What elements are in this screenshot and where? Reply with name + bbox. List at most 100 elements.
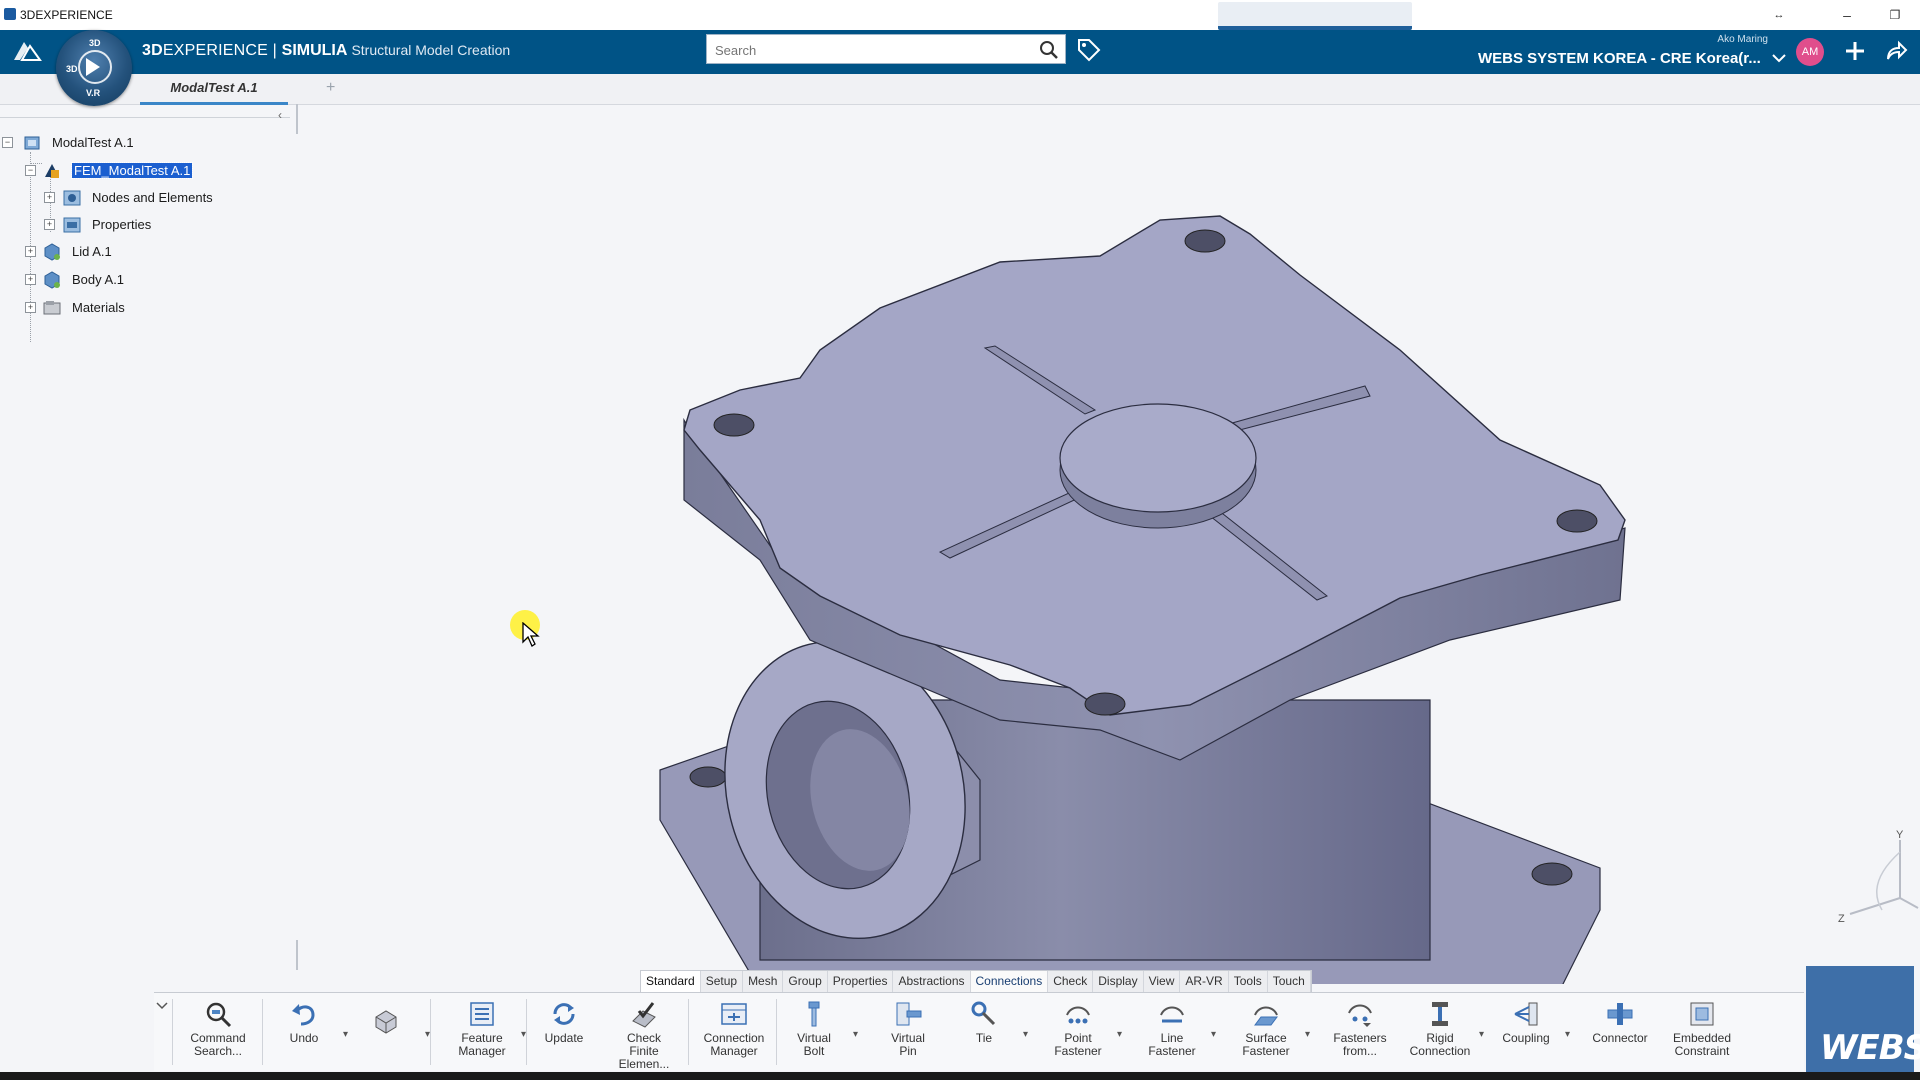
expand-toggle-icon[interactable]: + <box>25 274 36 285</box>
fasteners-from-button[interactable]: Fasteners from... <box>1320 999 1400 1069</box>
panel-splitter[interactable] <box>296 104 298 134</box>
tab-ar-vr[interactable]: AR-VR <box>1180 971 1229 993</box>
connection-manager-button[interactable]: Connection Manager <box>694 999 774 1069</box>
tree-item-body[interactable]: + Body A.1 <box>0 269 300 291</box>
brand-3d: 3D <box>142 42 163 59</box>
compass-widget[interactable]: 3D 3D V.R <box>56 30 132 106</box>
expand-toggle-icon[interactable]: + <box>25 302 36 313</box>
tab-modaltest[interactable]: ModalTest A.1 <box>140 74 288 105</box>
tree-item-label: Nodes and Elements <box>92 190 213 205</box>
point-fastener-button[interactable]: Point Fastener ▾ <box>1038 999 1122 1069</box>
tenant-name[interactable]: WEBS SYSTEM KOREA - CRE Korea(r... <box>1478 50 1761 67</box>
panel-splitter[interactable] <box>296 940 298 970</box>
tab-setup[interactable]: Setup <box>701 971 744 993</box>
undo-button[interactable]: Undo ▾ <box>264 999 348 1069</box>
window-title: 3DEXPERIENCE <box>20 8 113 22</box>
window-layout-widget[interactable] <box>1218 2 1412 30</box>
tree-item-modaltest[interactable]: − ModalTest A.1 <box>0 132 300 154</box>
part-select-button[interactable]: ▾ <box>346 999 430 1069</box>
tab-standard[interactable]: Standard <box>641 971 701 993</box>
dropdown-arrow-icon[interactable]: ▾ <box>1565 1029 1570 1040</box>
connector-button[interactable]: Connector <box>1580 999 1660 1069</box>
check-finite-elements-button[interactable]: Check Finite Elemen... <box>604 999 684 1071</box>
minimize-button[interactable]: – <box>1832 4 1862 26</box>
webs-logo: WEBS <box>1806 966 1920 1074</box>
coupling-button[interactable]: Coupling ▾ <box>1486 999 1570 1069</box>
nodes-icon <box>63 190 81 206</box>
tab-abstractions[interactable]: Abstractions <box>893 971 971 993</box>
dassault-logo-icon[interactable] <box>10 36 44 66</box>
collapse-toggle-icon[interactable]: − <box>2 137 13 148</box>
line-fastener-button[interactable]: Line Fastener ▾ <box>1132 999 1216 1069</box>
axis-z-label: Z <box>1838 913 1845 925</box>
3d-viewport[interactable] <box>300 104 1920 984</box>
tie-button[interactable]: Tie ▾ <box>944 999 1028 1069</box>
axis-compass-icon[interactable]: Y Z <box>1830 830 1920 940</box>
dropdown-arrow-icon[interactable]: ▾ <box>853 1029 858 1040</box>
brand-experience: EXPERIENCE <box>162 42 268 59</box>
tab-view[interactable]: View <box>1144 971 1181 993</box>
add-tab-button[interactable]: + <box>326 79 335 97</box>
tab-properties[interactable]: Properties <box>828 971 894 993</box>
tab-touch[interactable]: Touch <box>1268 971 1311 993</box>
expand-toggle-icon[interactable]: + <box>44 219 55 230</box>
connector-icon <box>1607 1003 1633 1025</box>
collapse-tree-button[interactable]: ‹ <box>278 108 282 122</box>
chevron-down-icon[interactable] <box>154 997 170 1013</box>
resize-icon[interactable]: ↔ <box>1764 4 1794 26</box>
lower-hole-2 <box>1531 862 1573 886</box>
axis-y-label: Y <box>1896 830 1904 841</box>
tab-group[interactable]: Group <box>783 971 828 993</box>
expand-toggle-icon[interactable]: + <box>25 246 36 257</box>
center-boss-top <box>1059 403 1257 513</box>
dropdown-arrow-icon[interactable]: ▾ <box>1023 1029 1028 1040</box>
chevron-down-icon[interactable] <box>1770 50 1788 66</box>
tab-tools[interactable]: Tools <box>1229 971 1268 993</box>
materials-icon <box>43 301 61 315</box>
tree-item-lid[interactable]: + Lid A.1 <box>0 241 300 263</box>
part-icon <box>44 243 60 261</box>
expand-toggle-icon[interactable]: + <box>44 192 55 203</box>
dropdown-arrow-icon[interactable]: ▾ <box>1117 1029 1122 1040</box>
share-icon[interactable] <box>1884 39 1908 63</box>
lid-hole-2 <box>713 413 755 437</box>
avatar[interactable]: AM <box>1796 38 1824 66</box>
rigid-connection-button[interactable]: Rigid Connection ▾ <box>1400 999 1484 1069</box>
tag-icon[interactable] <box>1076 37 1102 63</box>
action-bar: Command Search... Undo ▾ ▾ Feature Manag… <box>154 992 1804 1071</box>
virtual-pin-button[interactable]: Virtual Pin <box>868 999 948 1069</box>
tree-item-nodes-elements[interactable]: + Nodes and Elements <box>0 187 300 209</box>
product-icon <box>24 136 40 150</box>
dropdown-arrow-icon[interactable]: ▾ <box>1211 1029 1216 1040</box>
update-button[interactable]: Update <box>524 999 604 1069</box>
tab-connections[interactable]: Connections <box>970 971 1049 993</box>
collapse-toggle-icon[interactable]: − <box>25 165 36 176</box>
properties-icon <box>63 217 81 233</box>
search-icon[interactable] <box>1039 40 1059 60</box>
3d-model-render[interactable] <box>300 104 1920 984</box>
tab-display[interactable]: Display <box>1093 971 1144 993</box>
plus-icon[interactable] <box>1844 40 1866 62</box>
tab-mesh[interactable]: Mesh <box>743 971 784 993</box>
embedded-constraint-button[interactable]: Embedded Constraint <box>1662 999 1742 1069</box>
tie-icon <box>971 1001 996 1026</box>
dropdown-arrow-icon[interactable]: ▾ <box>1479 1029 1484 1040</box>
feature-manager-button[interactable]: Feature Manager ▾ <box>442 999 526 1069</box>
tool-label-line1: Connector <box>1592 1031 1648 1045</box>
search-box[interactable] <box>706 34 1066 65</box>
maximize-button[interactable]: ❐ <box>1880 4 1910 26</box>
tab-check[interactable]: Check <box>1048 971 1094 993</box>
tree-item-fem[interactable]: − FEM_ModalTest A.1 <box>0 160 300 182</box>
os-titlebar: 3DEXPERIENCE ↔ – ❐ <box>0 0 1920 31</box>
command-search-button[interactable]: Command Search... <box>178 999 258 1069</box>
tool-label-line2: Pin <box>899 1044 917 1058</box>
dropdown-arrow-icon[interactable]: ▾ <box>1305 1029 1310 1040</box>
tool-label-line2: Constraint <box>1674 1044 1730 1058</box>
virtual-bolt-button[interactable]: Virtual Bolt ▾ <box>774 999 858 1069</box>
surface-fastener-button[interactable]: Surface Fastener ▾ <box>1226 999 1310 1069</box>
search-input[interactable] <box>707 35 1037 65</box>
tree-item-materials[interactable]: + Materials <box>0 297 300 319</box>
tree-item-properties[interactable]: + Properties <box>0 214 300 236</box>
fem-icon <box>45 164 59 178</box>
compass-top-label: 3D <box>89 38 101 48</box>
